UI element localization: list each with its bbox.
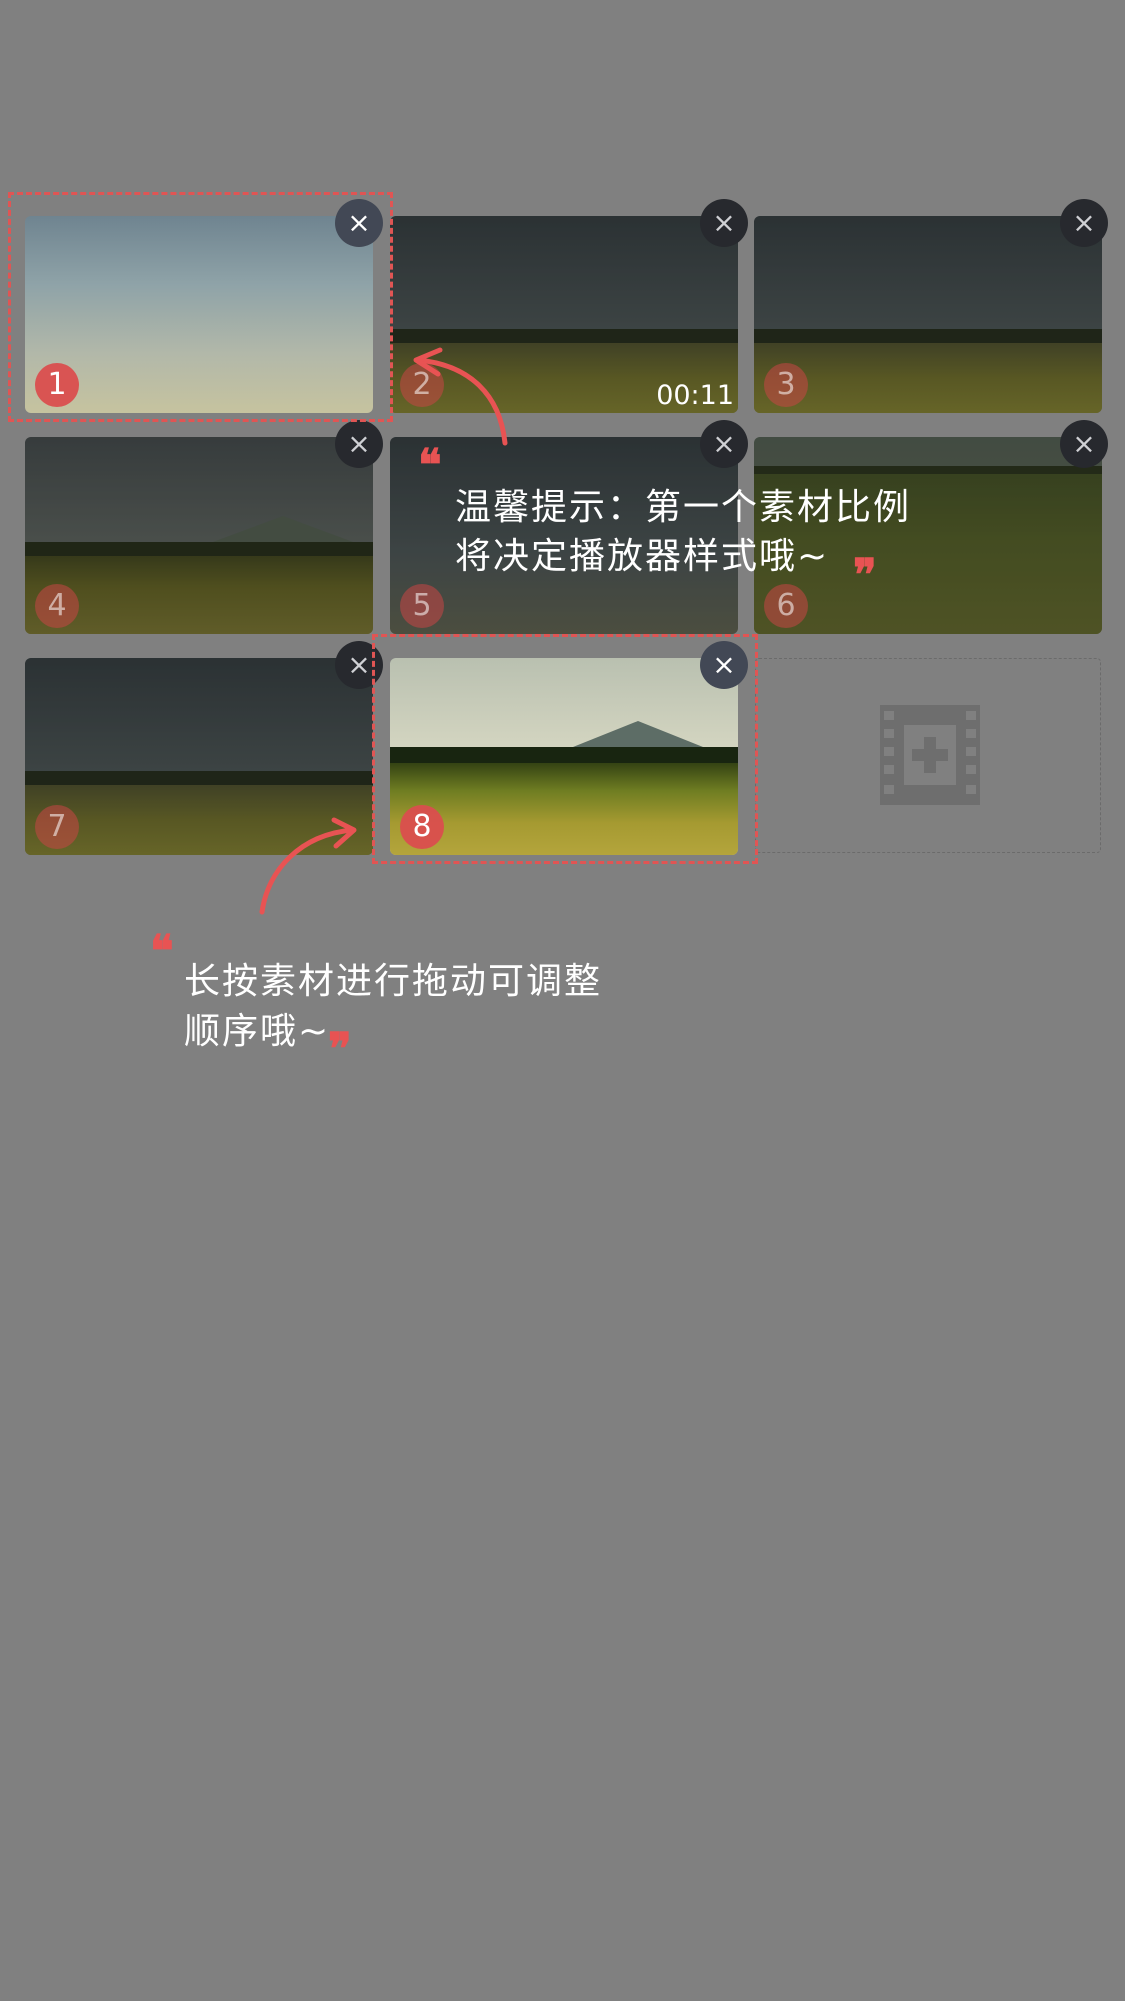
first-material-tip-line2: 将决定播放器样式哦~ (455, 536, 830, 577)
close-quote-icon: ❞ (853, 550, 877, 601)
open-quote-icon: ❝ (418, 440, 442, 491)
close-quote-icon: ❞ (328, 1024, 352, 1075)
drag-tip-line1: 长按素材进行拖动可调整 (184, 961, 603, 1002)
open-quote-icon: ❝ (150, 926, 174, 977)
drag-tip-line2: 顺序哦~ (184, 1011, 331, 1052)
first-material-tip-line1: 温馨提示：第一个素材比例 (455, 487, 912, 528)
